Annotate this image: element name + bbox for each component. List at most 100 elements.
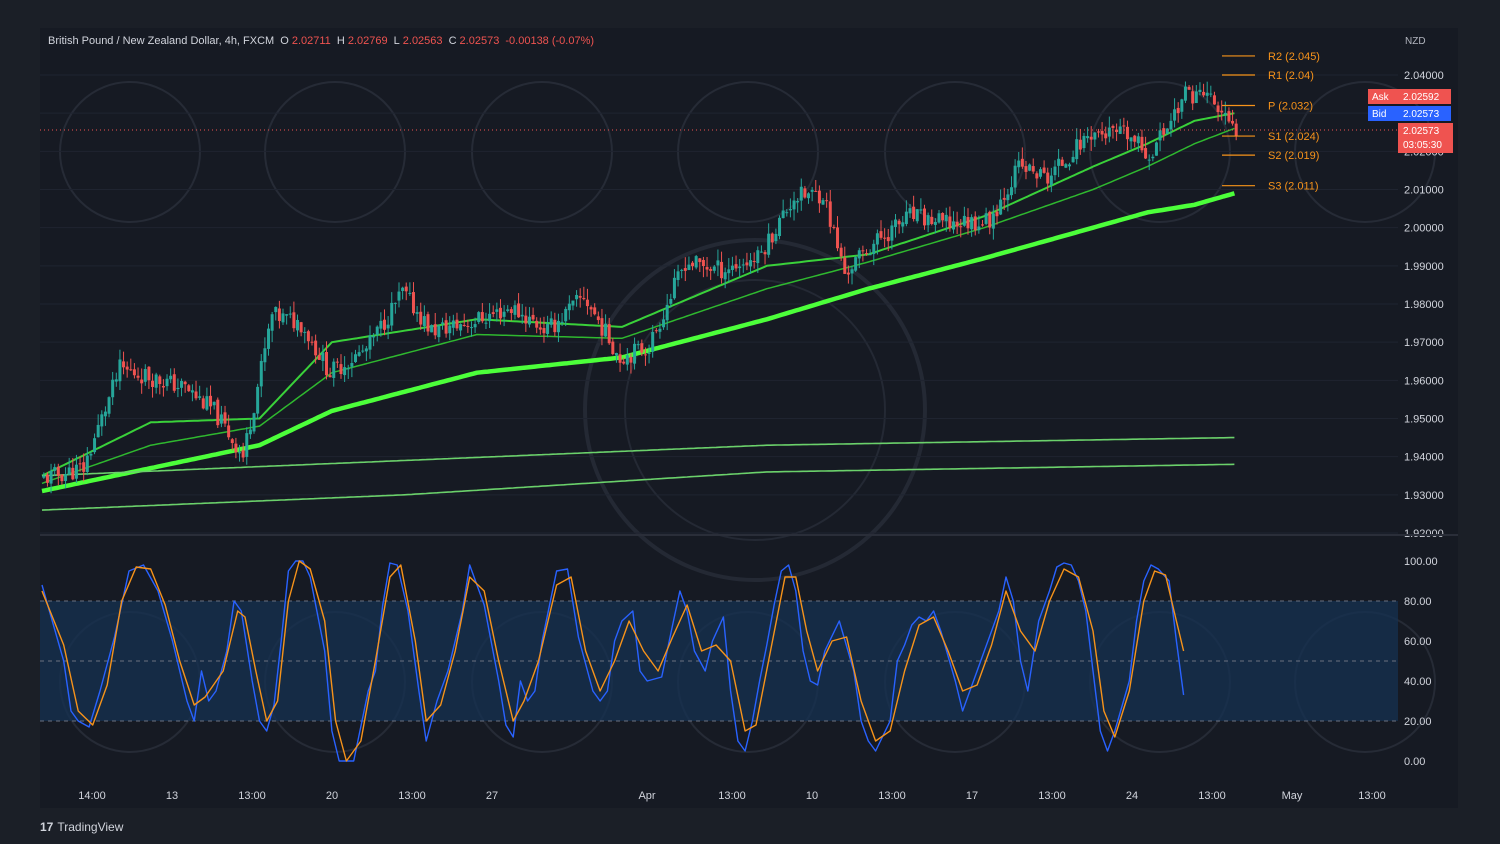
time-tick-label: Apr — [638, 790, 655, 802]
candle-body — [71, 467, 75, 480]
candle-body — [701, 259, 705, 267]
candle-body — [111, 379, 115, 398]
candle-body — [1133, 135, 1137, 142]
candle-body — [636, 344, 640, 346]
chart-canvas[interactable]: R2 (2.045) R1 (2.04) P (2.032) S1 (2.024) S2… — [0, 0, 1500, 844]
price-tick-label: 2.00000 — [1404, 223, 1444, 235]
candle-body — [651, 331, 655, 352]
candle-body — [488, 313, 492, 322]
candle-body — [596, 316, 600, 321]
candle-body — [955, 221, 959, 227]
high-value: 2.02769 — [347, 35, 388, 47]
candle-body — [1187, 86, 1191, 90]
oscillator-tick-label: 60.00 — [1404, 636, 1432, 648]
candle-body — [767, 233, 771, 255]
candle-body — [1086, 136, 1090, 139]
candle-body — [966, 217, 970, 229]
candle — [778, 215, 782, 240]
candle-body — [1129, 137, 1133, 142]
candle-body — [643, 354, 647, 356]
candle-body — [662, 319, 666, 328]
candle-body — [459, 324, 463, 331]
candle-body — [709, 269, 713, 271]
candle-body — [1216, 105, 1220, 113]
tradingview-brand[interactable]: 17 TradingView — [40, 820, 123, 834]
candle-body — [49, 470, 53, 484]
candle-body — [1223, 112, 1227, 115]
high-label: H — [336, 35, 345, 47]
candle-body — [1049, 175, 1053, 186]
candle-body — [683, 268, 687, 271]
candle-body — [455, 319, 459, 329]
candle-body — [1107, 127, 1111, 137]
candle-body — [306, 331, 310, 342]
candle-body — [245, 433, 249, 457]
candle-body — [252, 413, 256, 432]
price-tick-label: 1.98000 — [1404, 299, 1444, 311]
candle-body — [549, 318, 553, 325]
candle-body — [991, 213, 995, 229]
candle-body — [832, 226, 836, 228]
candle — [430, 324, 434, 333]
candle — [1154, 141, 1158, 156]
candle-body — [553, 319, 557, 333]
candle-body — [495, 309, 499, 312]
candle-body — [310, 341, 314, 343]
candle-body — [93, 438, 97, 453]
candle-body — [564, 308, 568, 322]
candle-body — [477, 312, 481, 323]
candle-body — [230, 439, 234, 444]
candle-body — [618, 354, 622, 363]
time-tick-label: 13:00 — [1038, 790, 1066, 802]
candle-body — [792, 200, 796, 210]
candle-body — [114, 379, 118, 382]
candle-body — [879, 231, 883, 238]
candle-body — [807, 193, 811, 199]
candle-body — [325, 352, 329, 376]
candle-body — [314, 340, 318, 356]
candle-body — [948, 216, 952, 229]
candle-body — [716, 260, 720, 266]
candle-body — [734, 264, 738, 269]
candle-body — [1089, 136, 1093, 140]
candle-body — [96, 424, 100, 438]
time-tick-label: 24 — [1126, 790, 1138, 802]
candle-body — [227, 425, 231, 438]
last-price-tag: 2.02573 03:05:30 — [1398, 123, 1453, 153]
price-tick-label: 1.99000 — [1404, 261, 1444, 273]
candle-body — [401, 287, 405, 291]
candle-body — [1093, 132, 1097, 140]
candle-body — [502, 311, 506, 317]
open-value: 2.02711 — [291, 35, 331, 47]
candle-body — [850, 269, 854, 274]
candle-body — [82, 462, 86, 472]
candle-body — [397, 291, 401, 301]
candle-body — [332, 361, 336, 378]
candle-body — [1067, 164, 1071, 167]
candle-body — [498, 307, 502, 319]
candle-body — [1057, 158, 1061, 166]
candle-body — [353, 354, 357, 363]
candle-body — [828, 201, 832, 227]
candle-body — [843, 257, 847, 274]
candle-body — [810, 189, 814, 192]
candle-body — [165, 378, 169, 387]
candle-body — [680, 269, 684, 271]
candle-body — [444, 320, 448, 334]
candle-body — [408, 292, 412, 294]
chart-legend[interactable]: British Pound / New Zealand Dollar, 4h, … — [48, 35, 597, 47]
candle-body — [865, 253, 869, 255]
candle-body — [672, 277, 676, 299]
candle-body — [723, 272, 727, 280]
pivot-label: S3 (2.011) — [1268, 181, 1319, 193]
candle-body — [1017, 160, 1021, 168]
candle-body — [1082, 135, 1086, 149]
candle-body — [778, 217, 782, 237]
candle-body — [977, 226, 981, 231]
candle-body — [415, 312, 419, 314]
candle-body — [480, 312, 484, 322]
time-tick-label: 27 — [486, 790, 498, 802]
candle-body — [60, 474, 64, 482]
candle-body — [759, 251, 763, 253]
candle-body — [161, 385, 165, 388]
